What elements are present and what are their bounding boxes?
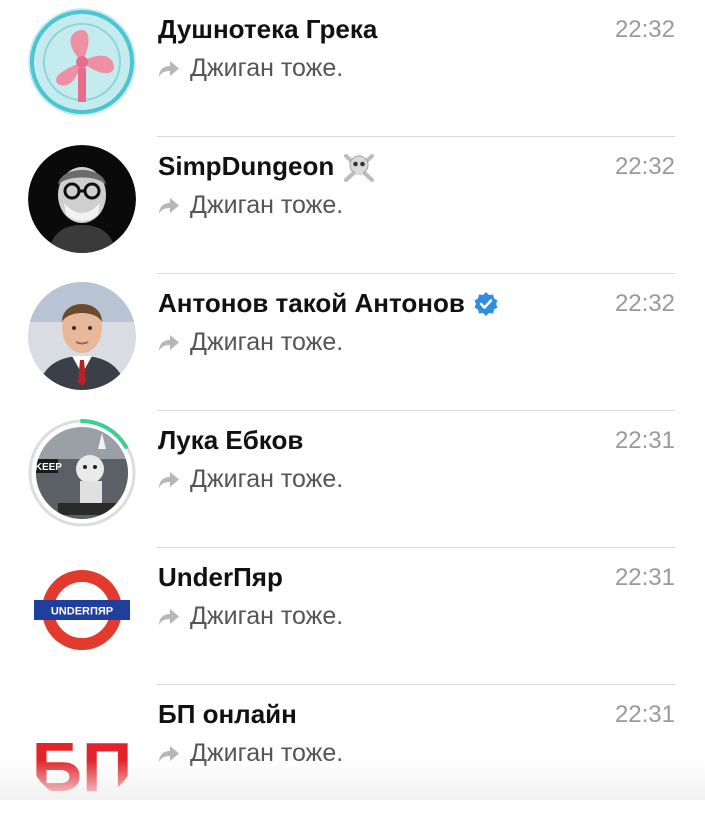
avatar-man-in-suit-icon[interactable] bbox=[28, 282, 136, 390]
chat-preview: Джиган тоже. bbox=[158, 54, 343, 83]
chat-preview-text: Джиган тоже. bbox=[190, 465, 344, 493]
chat-time: 22:32 bbox=[614, 290, 675, 317]
chat-time: 22:32 bbox=[614, 16, 675, 43]
skull-crossbones-icon bbox=[342, 152, 376, 182]
chat-name: БП онлайн bbox=[158, 699, 297, 730]
avatar-underground-roundel-icon[interactable]: UNDERПЯР bbox=[28, 556, 136, 664]
chat-preview-text: Джиган тоже. bbox=[190, 602, 344, 630]
chat-preview-text: Джиган тоже. bbox=[190, 739, 344, 767]
chat-list: Душнотека Грека 22:32 Джиган тоже. SimpD… bbox=[0, 0, 705, 801]
chat-row-underpiar[interactable]: UNDERПЯР UnderПяр 22:31 Джиган тоже. bbox=[0, 548, 705, 685]
chat-name-text: SimpDungeon bbox=[158, 151, 335, 181]
avatar-cartoon-keep-icon[interactable]: "KEEP bbox=[28, 419, 136, 527]
chat-preview: Джиган тоже. bbox=[158, 191, 343, 220]
forward-arrow-icon bbox=[158, 745, 180, 763]
chat-preview: Джиган тоже. bbox=[158, 602, 343, 631]
chat-name-text: Лука Ебков bbox=[158, 425, 304, 455]
chat-name-text: Антонов такой Антонов bbox=[158, 288, 465, 318]
chat-time: 22:31 bbox=[614, 701, 675, 728]
chat-preview: Джиган тоже. bbox=[158, 739, 343, 768]
chat-time: 22:32 bbox=[614, 153, 675, 180]
chat-preview-text: Джиган тоже. bbox=[190, 328, 344, 356]
chat-name: SimpDungeon bbox=[158, 151, 376, 182]
avatar-fan-icon[interactable] bbox=[28, 8, 136, 116]
chat-preview-text: Джиган тоже. bbox=[190, 54, 344, 82]
forward-arrow-icon bbox=[158, 608, 180, 626]
chat-row-simpdungeon[interactable]: SimpDungeon 22:32 Джиган тоже. bbox=[0, 137, 705, 274]
chat-name: UnderПяр bbox=[158, 562, 283, 593]
chat-name: Лука Ебков bbox=[158, 425, 303, 456]
chat-row-bp-online[interactable]: БП БП онлайн 22:31 Джиган тоже. bbox=[0, 685, 705, 822]
verified-badge-icon bbox=[473, 291, 499, 317]
chat-name-text: UnderПяр bbox=[158, 562, 283, 592]
chat-row-luka[interactable]: "KEEP Лука Ебков 22:31 Джиган тоже. bbox=[0, 411, 705, 548]
chat-name-text: БП онлайн bbox=[158, 699, 297, 729]
avatar-text: "KEEP bbox=[30, 462, 62, 473]
chat-row-dushnoteka[interactable]: Душнотека Грека 22:32 Джиган тоже. bbox=[0, 0, 705, 137]
chat-name: Антонов такой Антонов bbox=[158, 288, 499, 319]
forward-arrow-icon bbox=[158, 471, 180, 489]
forward-arrow-icon bbox=[158, 60, 180, 78]
forward-arrow-icon bbox=[158, 334, 180, 352]
chat-time: 22:31 bbox=[614, 564, 675, 591]
avatar-text: БП bbox=[32, 728, 133, 801]
chat-preview-text: Джиган тоже. bbox=[190, 191, 344, 219]
chat-time: 22:31 bbox=[614, 427, 675, 454]
chat-row-antonov[interactable]: Антонов такой Антонов 22:32 Джиган тоже. bbox=[0, 274, 705, 411]
chat-name: Душнотека Грека bbox=[158, 14, 377, 45]
forward-arrow-icon bbox=[158, 197, 180, 215]
chat-name-text: Душнотека Грека bbox=[158, 14, 378, 44]
chat-preview: Джиган тоже. bbox=[158, 465, 343, 494]
chat-preview: Джиган тоже. bbox=[158, 328, 343, 357]
avatar-text: UNDERПЯР bbox=[51, 606, 113, 618]
avatar-masked-man-icon[interactable] bbox=[28, 145, 136, 253]
avatar-bp-logo-icon[interactable]: БП bbox=[28, 693, 136, 801]
